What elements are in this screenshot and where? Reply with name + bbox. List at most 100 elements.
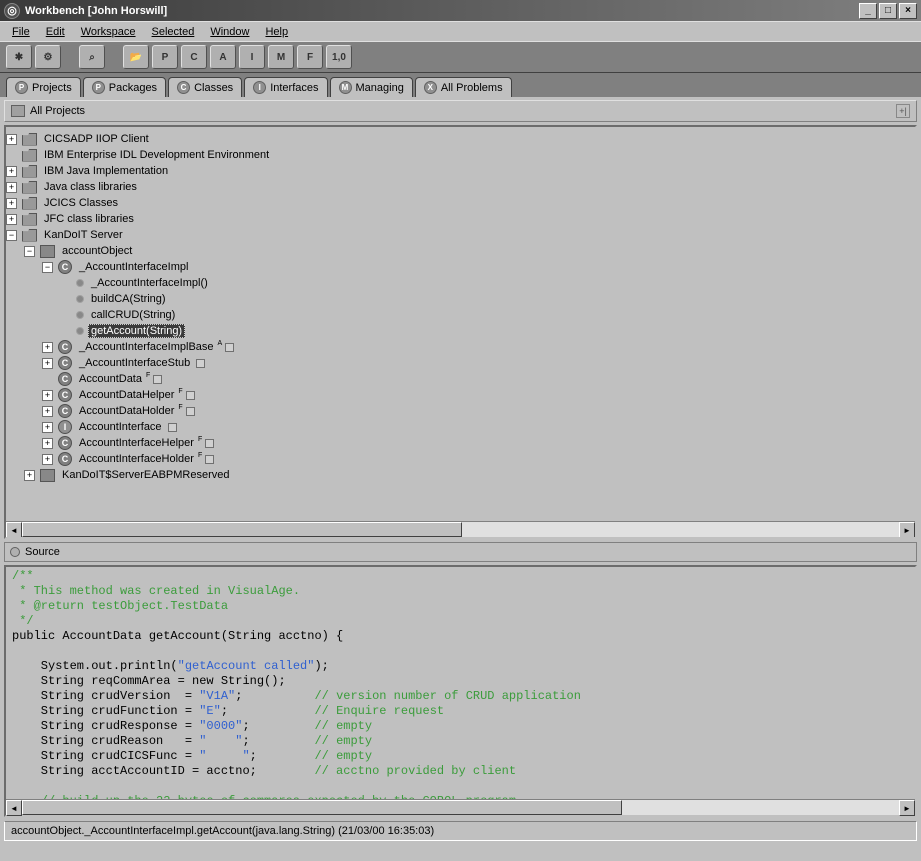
tab-label: Packages xyxy=(109,82,157,94)
menu-workspace[interactable]: Workspace xyxy=(73,24,144,40)
expand-icon[interactable]: + xyxy=(42,358,53,369)
expand-icon[interactable]: + xyxy=(42,406,53,417)
expand-icon[interactable]: + xyxy=(42,422,53,433)
project-icon xyxy=(22,133,37,146)
class-icon: C xyxy=(58,404,72,418)
scroll-right-icon[interactable]: ► xyxy=(899,522,915,538)
class-item[interactable]: +C_AccountInterfaceImplBaseA xyxy=(6,339,906,355)
expand-icon[interactable]: + xyxy=(42,390,53,401)
collapse-icon[interactable]: − xyxy=(42,262,53,273)
minimize-button[interactable]: _ xyxy=(859,3,877,19)
method-item-selected[interactable]: getAccount(String) xyxy=(6,323,906,339)
tab-label: Projects xyxy=(32,82,72,94)
tab-classes[interactable]: CClasses xyxy=(168,77,242,97)
class-item[interactable]: +CAccountDataHelperF xyxy=(6,387,906,403)
tab-managing[interactable]: MManaging xyxy=(330,77,413,97)
expand-icon[interactable]: + xyxy=(42,342,53,353)
class-icon: C xyxy=(58,260,72,274)
tool-m[interactable]: M xyxy=(268,45,294,69)
interface-item[interactable]: +IAccountInterface xyxy=(6,419,906,435)
expand-icon[interactable]: + xyxy=(6,166,17,177)
expand-icon[interactable]: + xyxy=(6,134,17,145)
maximize-button[interactable]: □ xyxy=(879,3,897,19)
tab-all-problems[interactable]: XAll Problems xyxy=(415,77,512,97)
tool-f[interactable]: F xyxy=(297,45,323,69)
tab-projects[interactable]: PProjects xyxy=(6,77,81,97)
project-item[interactable]: + CICSADP IIOP Client xyxy=(6,131,906,147)
expand-icon[interactable]: + xyxy=(6,182,17,193)
scroll-track[interactable] xyxy=(22,800,899,815)
tool-10[interactable]: 1,0 xyxy=(326,45,352,69)
badge-text: F xyxy=(198,436,202,443)
scroll-track[interactable] xyxy=(22,522,899,537)
package-item[interactable]: +KanDoIT$ServerEABPMReserved xyxy=(6,467,906,483)
method-icon xyxy=(76,311,84,319)
tab-packages[interactable]: PPackages xyxy=(83,77,166,97)
scroll-left-icon[interactable]: ◄ xyxy=(6,522,22,538)
class-item[interactable]: +CAccountInterfaceHolderF xyxy=(6,451,906,467)
source-dot-icon xyxy=(10,547,20,557)
tool-p[interactable]: P xyxy=(152,45,178,69)
tab-interfaces[interactable]: IInterfaces xyxy=(244,77,327,97)
node-label: AccountInterfaceHolder xyxy=(76,452,197,466)
tool-i[interactable]: I xyxy=(239,45,265,69)
node-label: _AccountInterfaceStub xyxy=(76,356,193,370)
project-item[interactable]: +JCICS Classes xyxy=(6,195,906,211)
scroll-thumb[interactable] xyxy=(22,800,622,815)
class-item[interactable]: CAccountDataF xyxy=(6,371,906,387)
badge-icon xyxy=(205,439,214,448)
class-item[interactable]: +CAccountInterfaceHelperF xyxy=(6,435,906,451)
tool-run[interactable]: ✱ xyxy=(6,45,32,69)
project-item[interactable]: IBM Enterprise IDL Development Environme… xyxy=(6,147,906,163)
tool-debug[interactable]: ⚙ xyxy=(35,45,61,69)
method-item[interactable]: _AccountInterfaceImpl() xyxy=(6,275,906,291)
scroll-thumb[interactable] xyxy=(22,522,462,537)
package-item[interactable]: −accountObject xyxy=(6,243,906,259)
scroll-right-icon[interactable]: ► xyxy=(899,800,915,816)
close-button[interactable]: × xyxy=(899,3,917,19)
menu-selected[interactable]: Selected xyxy=(144,24,203,40)
titlebar: ◎ Workbench [John Horswill] _ □ × xyxy=(0,0,921,21)
menu-edit[interactable]: Edit xyxy=(38,24,73,40)
projects-header-label: All Projects xyxy=(30,105,85,117)
collapse-icon[interactable]: − xyxy=(6,230,17,241)
collapse-icon[interactable]: − xyxy=(24,246,35,257)
method-item[interactable]: callCRUD(String) xyxy=(6,307,906,323)
source-hscrollbar[interactable]: ◄ ► xyxy=(6,799,915,815)
project-icon xyxy=(22,181,37,194)
node-label: _AccountInterfaceImplBase xyxy=(76,340,217,354)
tree-panel[interactable]: + CICSADP IIOP Client IBM Enterprise IDL … xyxy=(4,125,917,539)
interface-icon: I xyxy=(58,420,72,434)
project-item[interactable]: −KanDoIT Server xyxy=(6,227,906,243)
project-item[interactable]: +Java class libraries xyxy=(6,179,906,195)
expand-icon[interactable]: + xyxy=(42,438,53,449)
interface-icon: I xyxy=(253,81,266,94)
method-item[interactable]: buildCA(String) xyxy=(6,291,906,307)
menu-help[interactable]: Help xyxy=(257,24,296,40)
tool-c[interactable]: C xyxy=(181,45,207,69)
tab-label: All Problems xyxy=(441,82,503,94)
class-item[interactable]: +C_AccountInterfaceStub xyxy=(6,355,906,371)
tool-open[interactable]: 📂 xyxy=(123,45,149,69)
expand-icon[interactable]: + xyxy=(42,454,53,465)
source-header: Source xyxy=(4,542,917,562)
source-editor[interactable]: /** * This method was created in VisualA… xyxy=(6,567,915,799)
tool-search[interactable]: ⌕ xyxy=(79,45,105,69)
node-label: AccountData xyxy=(76,372,145,386)
class-item[interactable]: +CAccountDataHolderF xyxy=(6,403,906,419)
menu-file[interactable]: File xyxy=(4,24,38,40)
package-icon xyxy=(40,469,55,482)
tree-hscrollbar[interactable]: ◄ ► xyxy=(6,521,915,537)
project-item[interactable]: +JFC class libraries xyxy=(6,211,906,227)
node-label: CICSADP IIOP Client xyxy=(41,132,152,146)
project-item[interactable]: +IBM Java Implementation xyxy=(6,163,906,179)
toggle-button[interactable]: +| xyxy=(896,104,910,118)
class-item[interactable]: −C_AccountInterfaceImpl xyxy=(6,259,906,275)
expand-icon[interactable]: + xyxy=(24,470,35,481)
scroll-left-icon[interactable]: ◄ xyxy=(6,800,22,816)
expand-icon[interactable]: + xyxy=(6,198,17,209)
expand-icon[interactable]: + xyxy=(6,214,17,225)
tool-a[interactable]: A xyxy=(210,45,236,69)
menu-window[interactable]: Window xyxy=(202,24,257,40)
class-icon: C xyxy=(177,81,190,94)
